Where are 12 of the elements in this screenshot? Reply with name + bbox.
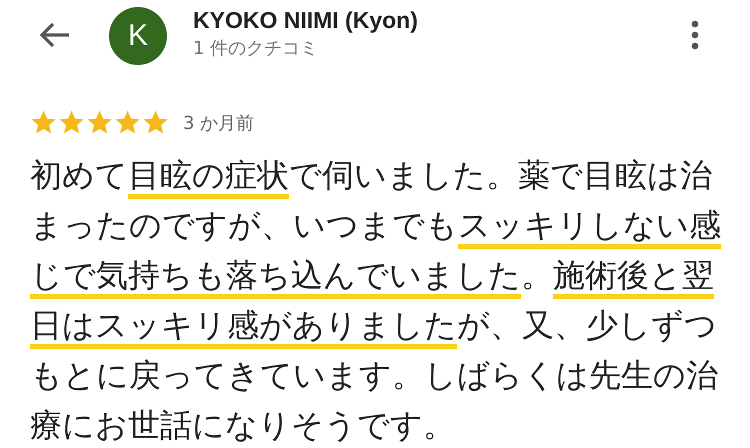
reviewer-name: KYOKO NIIMI (Kyon): [193, 6, 419, 34]
star-icon: [30, 109, 57, 136]
star-icon: [114, 109, 141, 136]
review-time: 3 か月前: [183, 112, 254, 134]
more-options-icon[interactable]: [690, 20, 700, 50]
back-arrow-icon[interactable]: [39, 22, 71, 48]
review-count: 1 件のクチコミ: [193, 36, 320, 60]
star-icon: [86, 109, 113, 136]
star-icon: [142, 109, 169, 136]
review-text: 初めて 目眩の症状で伺いました。薬で目眩は治まったのですが、いつまでも スッキリしない感じで気持ちも落ち込んでいました。施術後と翌日はスッキリ感がありましたが、又、少しずつもとに戻ってきています。しばらくは先生の治療にお世話になりそうです。: [30, 155, 722, 446]
star-icon: [58, 109, 85, 136]
avatar: K: [109, 7, 167, 65]
